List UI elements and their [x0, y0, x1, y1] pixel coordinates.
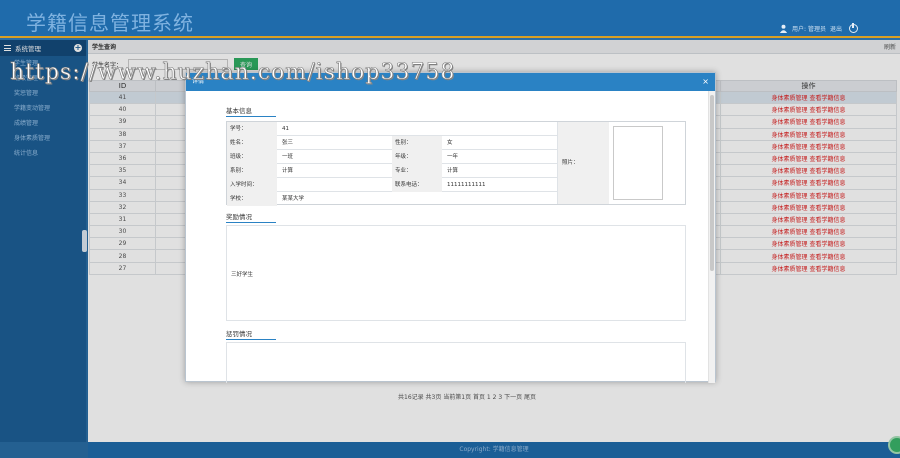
- section-title-basic: 基本信息: [226, 105, 276, 117]
- modal-scrollbar[interactable]: [708, 91, 715, 383]
- value-phone: 11111111111: [447, 182, 486, 188]
- scroll-thumb[interactable]: [710, 95, 714, 271]
- user-icon: [779, 24, 788, 33]
- label-phone: 联系电话：: [392, 178, 442, 192]
- app-header: 学籍信息管理系统 用户: 管理员 退出: [0, 0, 900, 38]
- student-detail-modal: 详情 × 基本信息 学号： 41 姓名： 张三 性别： 女 班级： 一班 年级：…: [185, 72, 716, 383]
- label-photo: 照片：: [557, 122, 609, 204]
- info-row: 学号： 41: [227, 122, 557, 136]
- value-enroll: [279, 178, 282, 192]
- value-name: 张三: [282, 140, 294, 146]
- user-area: 用户: 管理员 退出: [779, 23, 858, 33]
- section-title-reward: 奖励情况: [226, 211, 276, 223]
- label-xuehao: 学号：: [227, 122, 277, 136]
- reward-box: 三好学生: [226, 225, 686, 321]
- info-row: 学校： 某某大学: [227, 192, 557, 206]
- info-row: 姓名： 张三 性别： 女: [227, 136, 557, 150]
- value-grade: 一年: [447, 154, 459, 160]
- label-school: 学校：: [227, 192, 277, 206]
- modal-body: 基本信息 学号： 41 姓名： 张三 性别： 女 班级： 一班 年级： 一年 系…: [186, 91, 710, 383]
- label-name: 姓名：: [227, 136, 277, 150]
- user-label: 用户: 管理员: [792, 26, 826, 33]
- label-class: 班级：: [227, 150, 277, 164]
- power-icon[interactable]: [849, 23, 858, 33]
- logout-link[interactable]: 退出: [830, 24, 842, 33]
- basic-info-table: 学号： 41 姓名： 张三 性别： 女 班级： 一班 年级： 一年 系别： 计算…: [226, 121, 686, 206]
- info-row: 系别： 计算 专业： 计算: [227, 164, 557, 178]
- info-row: 入学时间： 联系电话： 11111111111: [227, 178, 557, 192]
- label-enroll: 入学时间：: [227, 178, 277, 192]
- punish-box: [226, 342, 686, 383]
- info-row: 班级： 一班 年级： 一年: [227, 150, 557, 164]
- label-gender: 性别：: [392, 136, 442, 150]
- value-gender: 女: [447, 140, 453, 146]
- value-class: 一班: [282, 154, 294, 160]
- reward-text: 三好学生: [231, 272, 254, 278]
- label-dept: 系别：: [227, 164, 277, 178]
- label-major: 专业：: [392, 164, 442, 178]
- photo-placeholder: [613, 126, 663, 200]
- label-grade: 年级：: [392, 150, 442, 164]
- section-title-punish: 惩罚情况: [226, 328, 276, 340]
- watermark: https://www.huzhan.com/ishop33758: [10, 60, 456, 86]
- close-icon[interactable]: ×: [702, 73, 709, 91]
- value-xuehao: 41: [282, 126, 289, 132]
- value-dept: 计算: [282, 168, 294, 174]
- app-title: 学籍信息管理系统: [26, 11, 194, 35]
- value-school: 某某大学: [282, 196, 305, 202]
- value-major: 计算: [447, 168, 459, 174]
